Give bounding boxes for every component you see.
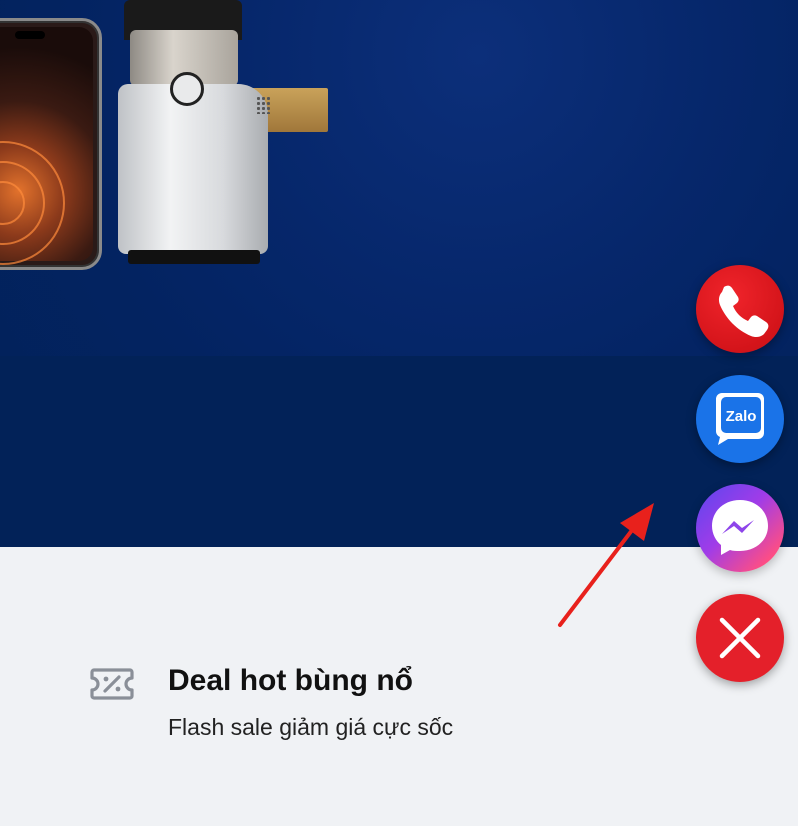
call-button[interactable] <box>696 265 784 353</box>
deal-title: Deal hot bùng nổ <box>168 664 413 697</box>
annotation-arrow <box>558 503 654 627</box>
zalo-button[interactable]: Zalo <box>696 375 784 463</box>
deal-banner[interactable]: Deal hot bùng nổ Flash sale giảm giá cực… <box>88 660 588 760</box>
phone-icon <box>718 285 769 338</box>
hero-juicer-image <box>112 0 272 270</box>
messenger-button[interactable] <box>696 484 784 572</box>
deal-subtitle: Flash sale giảm giá cực sốc <box>168 714 454 740</box>
discount-ticket-icon <box>90 668 134 700</box>
close-button[interactable] <box>696 594 784 682</box>
hero-smartphone-image <box>0 18 102 270</box>
close-icon <box>719 617 761 659</box>
messenger-icon <box>712 500 768 555</box>
hero-banner[interactable] <box>0 0 798 547</box>
svg-text:Zalo: Zalo <box>726 408 757 425</box>
zalo-icon: Zalo <box>715 393 764 445</box>
hero-background <box>0 356 798 547</box>
